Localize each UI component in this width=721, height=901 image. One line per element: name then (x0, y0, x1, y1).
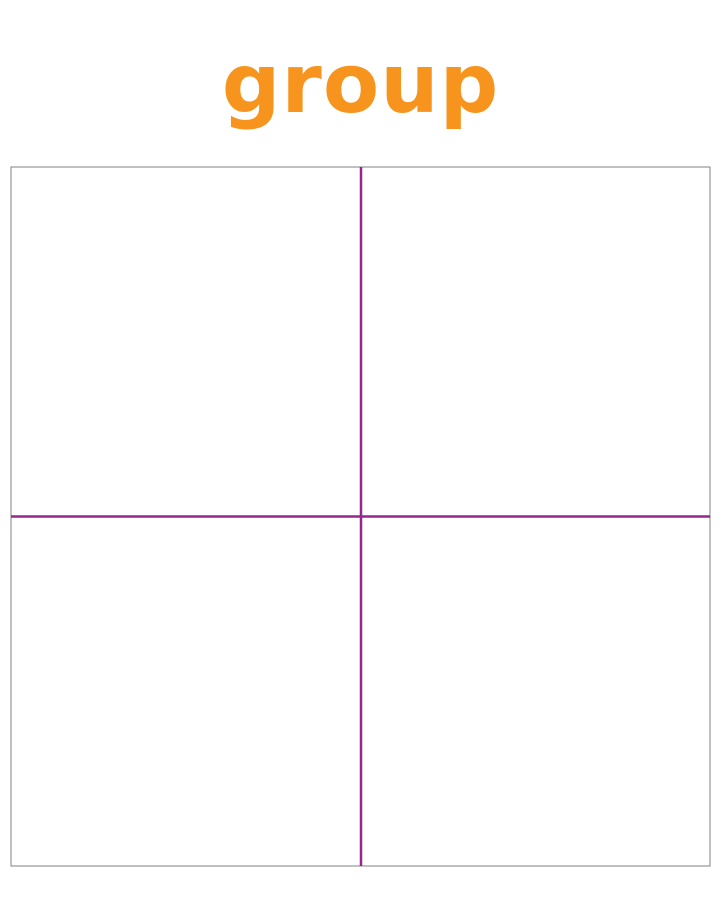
quadrant-diagram (10, 166, 711, 867)
